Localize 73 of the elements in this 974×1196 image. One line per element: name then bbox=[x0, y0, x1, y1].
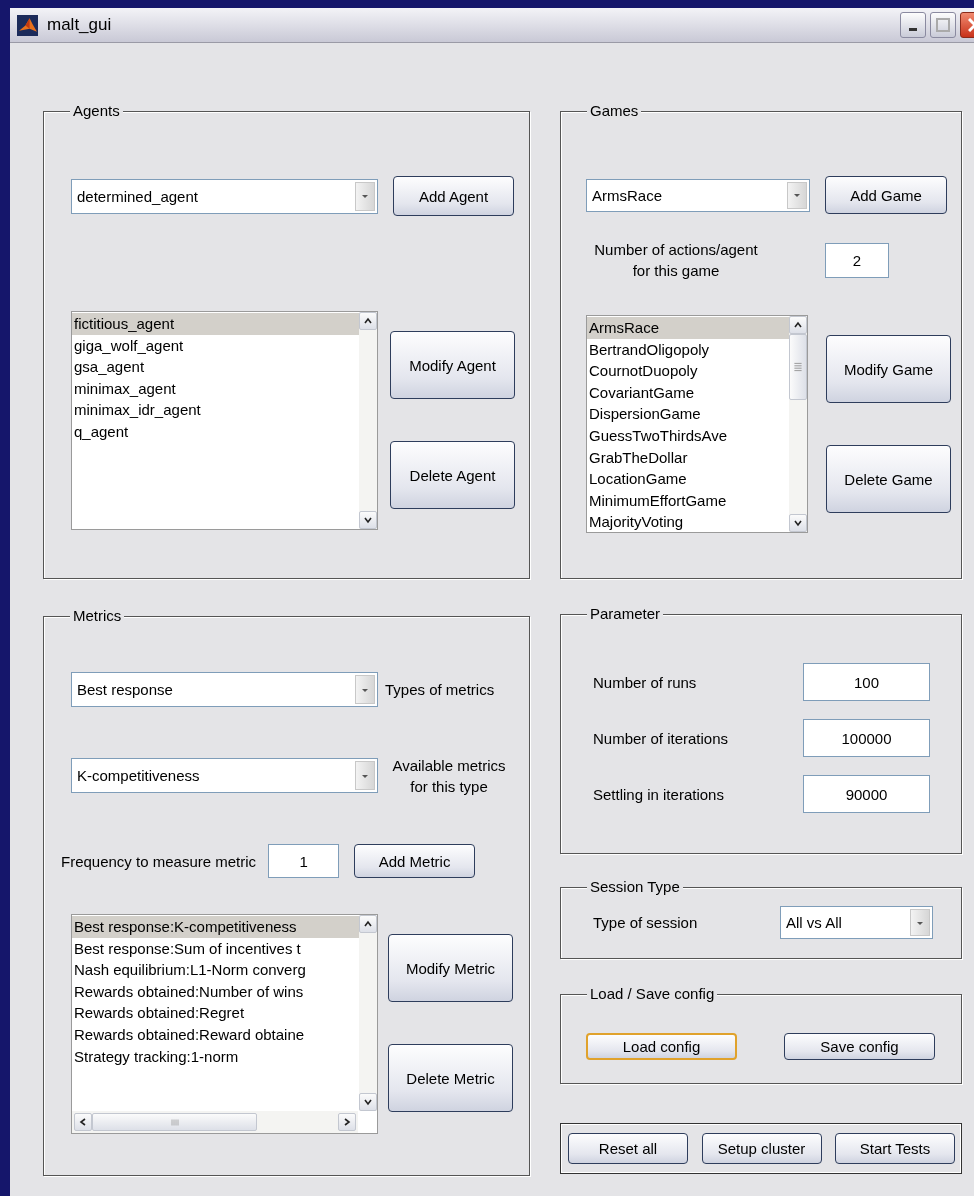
list-item[interactable]: fictitious_agent bbox=[72, 313, 359, 335]
maximize-icon bbox=[936, 18, 950, 32]
add-game-button[interactable]: Add Game bbox=[825, 176, 947, 214]
minimize-icon bbox=[909, 28, 917, 31]
minimize-button[interactable] bbox=[900, 12, 926, 38]
field-label: Number of runs bbox=[593, 673, 698, 691]
list-item[interactable]: Best response:K-competitiveness bbox=[72, 916, 359, 938]
list-item[interactable]: Nash equilibrium:L1-Norm converg bbox=[72, 959, 359, 981]
list-item[interactable]: MajorityVoting bbox=[587, 511, 789, 533]
vertical-scrollbar[interactable] bbox=[359, 915, 377, 1111]
delete-agent-button[interactable]: Delete Agent bbox=[390, 441, 515, 509]
panel-title: Session Type bbox=[587, 878, 683, 896]
modify-game-button[interactable]: Modify Game bbox=[826, 335, 951, 403]
actions-field[interactable]: 2 bbox=[825, 242, 889, 278]
delete-game-button[interactable]: Delete Game bbox=[826, 445, 951, 513]
field-label: Settling in iterations bbox=[593, 785, 725, 803]
input-field[interactable]: 90000 bbox=[803, 775, 930, 813]
list-item[interactable]: minimax_idr_agent bbox=[72, 399, 359, 421]
session-dropdown[interactable]: All vs All bbox=[780, 906, 933, 939]
agent-dropdown[interactable]: determined_agent bbox=[71, 178, 378, 214]
list-item[interactable]: GuessTwoThirdsAve bbox=[587, 424, 789, 447]
list-item[interactable]: giga_wolf_agent bbox=[72, 334, 359, 357]
list-item[interactable]: BertrandOligopoly bbox=[587, 338, 789, 361]
config-button[interactable]: Save config bbox=[784, 1033, 935, 1060]
metric-dropdown[interactable]: K-competitiveness bbox=[71, 758, 378, 793]
delete-metric-button[interactable]: Delete Metric bbox=[388, 1044, 513, 1112]
list-item[interactable]: Best response:Sum of incentives t bbox=[72, 937, 359, 960]
list-item[interactable]: Rewards obtained:Regret bbox=[72, 1002, 359, 1024]
add-metric-button[interactable]: Add Metric bbox=[354, 844, 476, 878]
field-label: Frequency to measure metric bbox=[61, 852, 257, 870]
action-button[interactable]: Reset all bbox=[568, 1133, 688, 1164]
list-item[interactable]: gsa_agent bbox=[72, 356, 359, 378]
list-item[interactable]: minimax_agent bbox=[72, 377, 359, 400]
game-list[interactable]: ArmsRace BertrandOligopoly CournotDuopoly CovariantGame DispersionGame GuessTwoThirdsAve GrabTheDollar LocationGame MinimumEffortGame MajorityVoting bbox=[586, 315, 808, 533]
horizontal-scrollbar[interactable] bbox=[72, 1111, 358, 1133]
field-label: Type of session bbox=[593, 914, 699, 931]
window-title: malt_gui bbox=[47, 15, 112, 35]
field-label: Number of iterations bbox=[593, 729, 730, 747]
list-item[interactable]: Rewards obtained:Reward obtaine bbox=[72, 1023, 359, 1046]
action-button[interactable]: Setup cluster bbox=[701, 1133, 822, 1164]
modify-metric-button[interactable]: Modify Metric bbox=[388, 934, 513, 1002]
config-button[interactable]: Load config bbox=[586, 1033, 737, 1060]
scroll-thumb[interactable] bbox=[92, 1113, 257, 1131]
list-item[interactable]: CovariantGame bbox=[587, 381, 789, 404]
list-item[interactable]: LocationGame bbox=[587, 468, 789, 490]
list-item[interactable]: GrabTheDollar bbox=[587, 446, 789, 469]
list-item[interactable]: DispersionGame bbox=[587, 403, 789, 425]
vertical-scrollbar[interactable] bbox=[789, 316, 807, 532]
action-button[interactable]: Start Tests bbox=[835, 1133, 955, 1164]
grip-icon bbox=[794, 361, 802, 373]
field-label: Available metrics for this type bbox=[391, 755, 507, 797]
add-agent-button[interactable]: Add Agent bbox=[393, 176, 514, 216]
field-label: Types of metrics bbox=[385, 681, 495, 698]
frequency-field[interactable]: 1 bbox=[268, 844, 340, 878]
vertical-scrollbar[interactable] bbox=[359, 312, 377, 529]
agent-list[interactable]: fictitious_agent giga_wolf_agent gsa_agent minimax_agent minimax_idr_agent q_agent bbox=[71, 311, 378, 530]
grip-icon bbox=[169, 1118, 180, 1126]
field-label: Number of actions/agent for this game bbox=[593, 240, 759, 281]
modify-agent-button[interactable]: Modify Agent bbox=[390, 331, 515, 399]
input-field[interactable]: 100 bbox=[803, 663, 930, 701]
list-item[interactable]: MinimumEffortGame bbox=[587, 489, 789, 512]
list-item[interactable]: ArmsRace bbox=[587, 317, 789, 339]
metric-type-dropdown[interactable]: Best response bbox=[71, 672, 378, 707]
metric-list[interactable] bbox=[71, 914, 378, 1134]
list-item[interactable]: Rewards obtained:Number of wins bbox=[72, 980, 359, 1003]
peak-icon bbox=[17, 14, 38, 36]
game-dropdown[interactable]: ArmsRace bbox=[586, 178, 810, 212]
panel-title: Load / Save config bbox=[587, 985, 718, 1003]
scroll-thumb[interactable] bbox=[789, 334, 807, 400]
list-item[interactable]: q_agent bbox=[72, 420, 359, 443]
list-item[interactable]: Strategy tracking:1-norm bbox=[72, 1045, 359, 1068]
input-field[interactable]: 100000 bbox=[803, 719, 930, 757]
list-item[interactable]: CournotDuopoly bbox=[587, 360, 789, 382]
